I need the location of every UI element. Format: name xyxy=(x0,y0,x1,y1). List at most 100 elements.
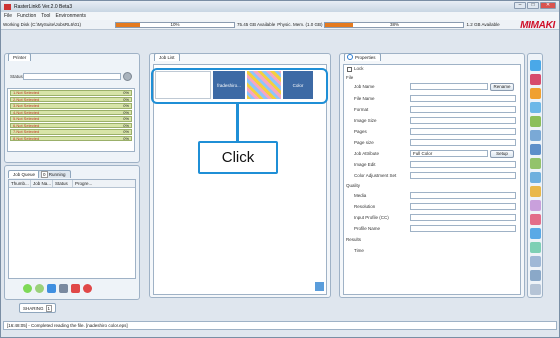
printer-row[interactable]: 1.Not Selected 0% xyxy=(10,90,132,96)
menu-file[interactable]: File xyxy=(4,13,12,19)
file-name-label: File Name xyxy=(354,96,375,101)
function-icon-10[interactable] xyxy=(530,186,541,197)
printer-row[interactable]: 6.Not Selected 0% xyxy=(10,122,132,128)
minimize-button[interactable]: – xyxy=(514,2,526,9)
menu-environments[interactable]: Environments xyxy=(55,13,86,19)
running-label: Running xyxy=(48,172,66,177)
function-icon-9[interactable] xyxy=(530,172,541,183)
memory-usage-pct: 38% xyxy=(389,21,399,27)
function-icon-17[interactable] xyxy=(530,284,541,295)
printer-row[interactable]: 4.Not Selected 0% xyxy=(10,109,132,115)
host-tab[interactable]: SHARING 1 xyxy=(19,303,57,313)
function-icon-3[interactable] xyxy=(530,88,541,99)
queue-toolbar xyxy=(23,284,92,293)
col-progress[interactable]: Progre... xyxy=(73,180,97,187)
printer-name: 3.Not Selected xyxy=(13,103,40,109)
input-profile-field xyxy=(410,214,516,221)
image-edit-label: Image Edit xyxy=(354,162,376,167)
pause-icon[interactable] xyxy=(47,284,56,293)
function-icon-6[interactable] xyxy=(530,130,541,141)
status-indicator-icon xyxy=(123,72,132,81)
profile-name-label: Profile Name xyxy=(354,226,381,231)
function-icon-12[interactable] xyxy=(530,214,541,225)
function-icon-16[interactable] xyxy=(530,270,541,281)
printer-pct: 0% xyxy=(123,135,129,141)
page-size-field xyxy=(410,139,516,146)
job-queue-header: Thumb... Job Na... Status Progre... xyxy=(9,180,135,188)
printer-row[interactable]: 2.Not Selected 0% xyxy=(10,96,132,102)
printer-list: 1.Not Selected 0% 2.Not Selected 0% 3.Not … xyxy=(7,88,135,152)
resolution-label: Resolution xyxy=(354,204,376,209)
status-log: [16:48:05] - Completed reading the file.… xyxy=(3,321,557,330)
col-thumbnail[interactable]: Thumb... xyxy=(9,180,31,187)
rename-button[interactable]: Rename xyxy=(490,83,514,91)
status-field xyxy=(23,73,121,80)
printer-pct: 0% xyxy=(123,103,129,109)
function-icon-14[interactable] xyxy=(530,242,541,253)
app-window: RasterLink6 Ver.2.0 Beta3 – □ ✕ File Fun… xyxy=(0,0,560,338)
menu-tool[interactable]: Tool xyxy=(41,13,50,19)
function-icon-13[interactable] xyxy=(530,228,541,239)
menu-function[interactable]: Function xyxy=(17,13,36,19)
callout-connector xyxy=(236,104,239,141)
tab-job-queue[interactable]: Job Queue xyxy=(8,170,41,178)
job-attribute-select[interactable]: Full Color xyxy=(410,150,488,157)
printer-name: 1.Not Selected xyxy=(13,90,40,96)
function-icon-8[interactable] xyxy=(530,158,541,169)
printer-name: 6.Not Selected xyxy=(13,122,40,128)
tab-printer[interactable]: Printer xyxy=(8,53,32,61)
callout-label: Click xyxy=(198,141,278,174)
function-icon-15[interactable] xyxy=(530,256,541,267)
delete-icon[interactable] xyxy=(83,284,92,293)
tab-job-list[interactable]: Job List xyxy=(154,53,180,61)
tab-running[interactable]: 0 Running xyxy=(38,170,71,178)
pages-field xyxy=(410,128,516,135)
col-job-name[interactable]: Job Na... xyxy=(31,180,53,187)
function-icon-5[interactable] xyxy=(530,116,541,127)
click-highlight xyxy=(151,68,328,104)
printer-row[interactable]: 7.Not Selected 0% xyxy=(10,129,132,135)
lock-checkbox[interactable] xyxy=(347,67,352,72)
col-status[interactable]: Status xyxy=(53,180,73,187)
maximize-button[interactable]: □ xyxy=(527,2,539,9)
printer-pct: 0% xyxy=(123,90,129,96)
resource-strip: Working Disk (C:\MySuite\JobsRL6\01) 10%… xyxy=(1,20,559,30)
printer-row[interactable]: 8.Not Selected 0% xyxy=(10,135,132,141)
job-name-field[interactable] xyxy=(410,83,488,90)
window-title: RasterLink6 Ver.2.0 Beta3 xyxy=(14,3,73,10)
play-icon[interactable] xyxy=(23,284,32,293)
pages-label: Pages xyxy=(354,129,367,134)
stop-icon[interactable] xyxy=(59,284,68,293)
printer-pct: 0% xyxy=(123,96,129,102)
setup-button[interactable]: Setup xyxy=(490,150,514,158)
printer-pct: 0% xyxy=(123,122,129,128)
printer-row[interactable]: 3.Not Selected 0% xyxy=(10,103,132,109)
lock-label: Lock xyxy=(354,66,364,71)
printer-name: 4.Not Selected xyxy=(13,109,40,115)
image-size-label: Image Size xyxy=(354,118,377,123)
memory-label: Physic. Mem. (1.0 GB) xyxy=(277,22,323,27)
cancel-icon[interactable] xyxy=(71,284,80,293)
printer-name: 7.Not Selected xyxy=(13,129,40,135)
function-icon-7[interactable] xyxy=(530,144,541,155)
function-toolbar xyxy=(527,53,543,298)
scroll-corner-icon[interactable] xyxy=(315,282,324,291)
image-edit-field xyxy=(410,161,516,168)
memory-usage-bar: 38% xyxy=(324,21,465,28)
step-icon[interactable] xyxy=(35,284,44,293)
function-icon-4[interactable] xyxy=(530,102,541,113)
title-bar: RasterLink6 Ver.2.0 Beta3 – □ ✕ xyxy=(1,1,559,12)
file-name-field xyxy=(410,95,516,102)
function-icon-2[interactable] xyxy=(530,74,541,85)
function-icon-1[interactable] xyxy=(530,60,541,71)
printer-row[interactable]: 5.Not Selected 0% xyxy=(10,116,132,122)
printer-name: 5.Not Selected xyxy=(13,116,40,122)
profile-name-field xyxy=(410,225,516,232)
close-button[interactable]: ✕ xyxy=(540,2,556,9)
host-tab-count: 1 xyxy=(45,304,53,312)
running-count: 0 xyxy=(41,171,48,178)
menu-bar: File Function Tool Environments xyxy=(1,12,559,20)
image-size-field xyxy=(410,117,516,124)
host-tab-label: SHARING xyxy=(23,305,44,311)
function-icon-11[interactable] xyxy=(530,200,541,211)
